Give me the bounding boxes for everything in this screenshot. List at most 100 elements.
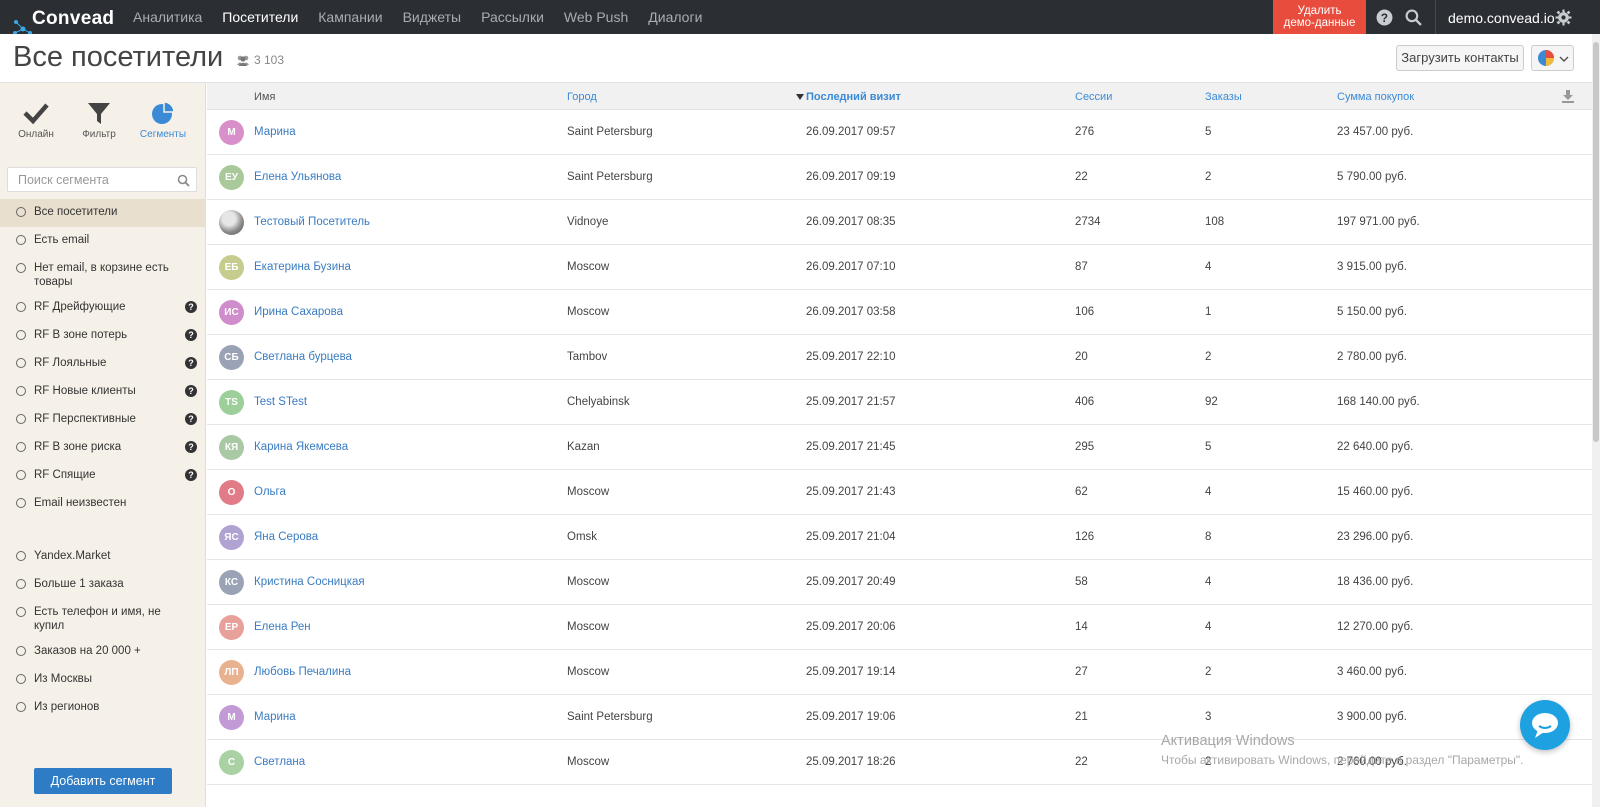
table-row[interactable]: ЕУ Елена Ульянова Saint Petersburg 26.09.20… [207, 155, 1592, 200]
segment-item[interactable]: Заказов на 20 000 + [0, 638, 206, 666]
table-row[interactable]: КЯ Карина Якемсева Kazan 25.09.2017 21:45 29… [207, 425, 1592, 470]
visitor-name[interactable]: Марина [254, 126, 296, 138]
column-purchase-sum[interactable]: Сумма покупок [1337, 91, 1414, 103]
column-name[interactable]: Имя [254, 91, 275, 103]
segment-label: Больше 1 заказа [34, 578, 124, 590]
segment-item[interactable]: RF Перспективные? [0, 406, 206, 434]
tool-segments[interactable]: Сегменты [133, 100, 193, 140]
help-icon[interactable]: ? [185, 357, 197, 369]
visitor-name[interactable]: Елена Ульянова [254, 171, 341, 183]
table-row[interactable]: ЕБ Екатерина Бузина Moscow 26.09.2017 07:10… [207, 245, 1592, 290]
visitor-sessions: 295 [1075, 441, 1095, 453]
visitor-name[interactable]: Ирина Сахарова [254, 306, 343, 318]
avatar: ЕБ [219, 255, 244, 280]
download-icon[interactable] [1561, 89, 1575, 103]
table-row[interactable]: М Марина Saint Petersburg 25.09.2017 19:06 2… [207, 695, 1592, 740]
table-row[interactable]: ИС Ирина Сахарова Moscow 26.09.2017 03:58 10… [207, 290, 1592, 335]
column-last-visit[interactable]: Последний визит [796, 91, 901, 103]
visitor-name[interactable]: Светлана бурцева [254, 351, 352, 363]
visitor-name[interactable]: Test STest [254, 396, 307, 408]
column-orders[interactable]: Заказы [1205, 91, 1242, 103]
segment-item[interactable]: RF Лояльные? [0, 350, 206, 378]
account-domain[interactable]: demo.convead.io [1448, 10, 1555, 26]
help-icon[interactable]: ? [185, 385, 197, 397]
scrollbar-thumb[interactable] [1593, 42, 1599, 442]
segment-item[interactable]: Из регионов [0, 694, 206, 722]
segment-item[interactable]: Больше 1 заказа [0, 571, 206, 599]
convead-logo[interactable]: Convead [10, 4, 120, 35]
search-icon[interactable] [177, 174, 190, 187]
table-row[interactable]: TS Test STest Chelyabinsk 25.09.2017 21:57 4… [207, 380, 1592, 425]
table-row[interactable]: СБ Светлана бурцева Tambov 25.09.2017 22:10… [207, 335, 1592, 380]
segment-item[interactable]: Есть email [0, 227, 206, 255]
visitor-last-visit: 26.09.2017 08:35 [806, 216, 896, 228]
segment-label: RF Новые клиенты [34, 385, 136, 397]
tool-online[interactable]: Онлайн [6, 100, 66, 140]
help-icon[interactable]: ? [185, 329, 197, 341]
segment-search-input[interactable] [8, 168, 168, 191]
column-sessions[interactable]: Сессии [1075, 91, 1112, 103]
segment-item[interactable]: RF В зоне потерь? [0, 322, 206, 350]
help-icon[interactable]: ? [185, 301, 197, 313]
radio-icon [16, 330, 26, 340]
visitor-name[interactable]: Тестовый Посетитель [254, 216, 370, 228]
nav-mailings[interactable]: Рассылки [481, 9, 544, 25]
visitor-purchase-sum: 5 790.00 руб. [1337, 171, 1407, 183]
visitor-name[interactable]: Светлана [254, 756, 305, 768]
delete-demo-data-button[interactable]: Удалить демо-данные [1273, 0, 1366, 34]
visitor-last-visit: 25.09.2017 21:57 [806, 396, 896, 408]
visitor-name[interactable]: Ольга [254, 486, 286, 498]
visitor-name[interactable]: Екатерина Бузина [254, 261, 351, 273]
table-row[interactable]: ЯС Яна Серова Omsk 25.09.2017 21:04 126 8 23 2… [207, 515, 1592, 560]
segment-item[interactable]: Yandex.Market [0, 543, 206, 571]
help-icon[interactable]: ? [185, 413, 197, 425]
help-icon[interactable]: ? [185, 441, 197, 453]
tool-filter[interactable]: Фильтр [69, 100, 129, 140]
search-icon[interactable] [1405, 9, 1422, 26]
table-row[interactable]: ЕР Елена Рен Moscow 25.09.2017 20:06 14 4 12 2… [207, 605, 1592, 650]
segment-item[interactable]: RF Спящие? [0, 462, 206, 490]
nav-visitors[interactable]: Посетители [222, 9, 298, 25]
visitor-name[interactable]: Любовь Печалина [254, 666, 351, 678]
gear-icon[interactable] [1555, 9, 1572, 26]
visitor-last-visit: 26.09.2017 03:58 [806, 306, 896, 318]
nav-widgets[interactable]: Виджеты [403, 9, 462, 25]
table-row[interactable]: М Марина Saint Petersburg 26.09.2017 09:57 2… [207, 110, 1592, 155]
segment-item[interactable]: Нет email, в корзине есть товары [0, 255, 206, 294]
segment-item[interactable]: RF Дрейфующие? [0, 294, 206, 322]
segment-item[interactable]: RF Новые клиенты? [0, 378, 206, 406]
visitor-name[interactable]: Карина Якемсева [254, 441, 348, 453]
chart-dropdown-button[interactable] [1531, 45, 1574, 71]
visitor-name[interactable]: Марина [254, 711, 296, 723]
nav-web-push[interactable]: Web Push [564, 9, 628, 25]
visitor-name[interactable]: Яна Серова [254, 531, 318, 543]
visitor-city: Saint Petersburg [567, 711, 653, 723]
upload-contacts-button[interactable]: Загрузить контакты [1396, 45, 1524, 71]
table-row[interactable]: ЛП Любовь Печалина Moscow 25.09.2017 19:14 2… [207, 650, 1592, 695]
segment-item[interactable]: Есть телефон и имя, не купил [0, 599, 206, 638]
segment-label: Заказов на 20 000 + [34, 645, 141, 657]
help-icon[interactable]: ? [185, 469, 197, 481]
page-scrollbar[interactable] [1592, 34, 1600, 807]
visitor-name[interactable]: Елена Рен [254, 621, 311, 633]
column-city[interactable]: Город [567, 91, 597, 103]
table-row[interactable]: О Ольга Moscow 25.09.2017 21:43 62 4 15 460.00… [207, 470, 1592, 515]
nav-analytics[interactable]: Аналитика [133, 9, 202, 25]
segment-item[interactable]: Все посетители [0, 199, 206, 227]
segment-item[interactable]: Из Москвы [0, 666, 206, 694]
segment-item[interactable]: RF В зоне риска? [0, 434, 206, 462]
add-segment-button[interactable]: Добавить сегмент [34, 768, 172, 794]
segment-item[interactable]: Email неизвестен [0, 490, 206, 518]
visitor-city: Moscow [567, 576, 610, 588]
segment-search [7, 167, 197, 192]
visitor-orders: 4 [1205, 261, 1212, 273]
visitor-purchase-sum: 197 971.00 руб. [1337, 216, 1420, 228]
chat-widget-button[interactable] [1520, 700, 1570, 750]
help-icon[interactable]: ? [1376, 9, 1393, 26]
nav-dialogs[interactable]: Диалоги [648, 9, 702, 25]
nav-campaigns[interactable]: Кампании [318, 9, 382, 25]
table-row[interactable]: КС Кристина Сосницкая Moscow 25.09.2017 20:… [207, 560, 1592, 605]
visitor-name[interactable]: Кристина Сосницкая [254, 576, 365, 588]
visitor-purchase-sum: 18 436.00 руб. [1337, 576, 1414, 588]
table-row[interactable]: Тестовый Посетитель Vidnoye 26.09.2017 08:… [207, 200, 1592, 245]
